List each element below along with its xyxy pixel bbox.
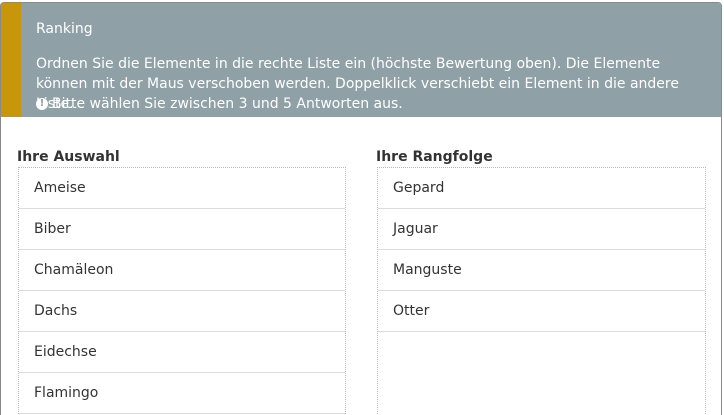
question-header: Ranking Ordnen Sie die Elemente in die r…	[1, 3, 721, 117]
question-title: Ranking	[36, 21, 93, 37]
ranking-item-gepard[interactable]: Gepard	[378, 168, 705, 209]
hint-text: Bitte wählen Sie zwischen 3 und 5 Antwor…	[52, 96, 403, 112]
ranking-label: Ihre Rangfolge	[376, 149, 493, 165]
choices-list[interactable]: Ameise Biber Chamäleon Dachs Eidechse Fl…	[18, 167, 346, 415]
mandatory-accent-bar	[1, 3, 21, 117]
ranking-item-jaguar[interactable]: Jaguar	[378, 209, 705, 250]
choices-label: Ihre Auswahl	[17, 149, 120, 165]
ranking-item-manguste[interactable]: Manguste	[378, 250, 705, 291]
choice-item-flamingo[interactable]: Flamingo	[19, 373, 345, 414]
choice-item-eidechse[interactable]: Eidechse	[19, 332, 345, 373]
question-container: Ranking Ordnen Sie die Elemente in die r…	[0, 2, 722, 415]
ranking-item-otter[interactable]: Otter	[378, 291, 705, 332]
exclamation-circle-icon: !	[36, 98, 48, 110]
ranking-list[interactable]: Gepard Jaguar Manguste Otter	[377, 167, 706, 415]
question-hint: ! Bitte wählen Sie zwischen 3 und 5 Antw…	[36, 94, 403, 114]
choice-item-biber[interactable]: Biber	[19, 209, 345, 250]
choice-item-chamaeleon[interactable]: Chamäleon	[19, 250, 345, 291]
choice-item-ameise[interactable]: Ameise	[19, 168, 345, 209]
choice-item-dachs[interactable]: Dachs	[19, 291, 345, 332]
